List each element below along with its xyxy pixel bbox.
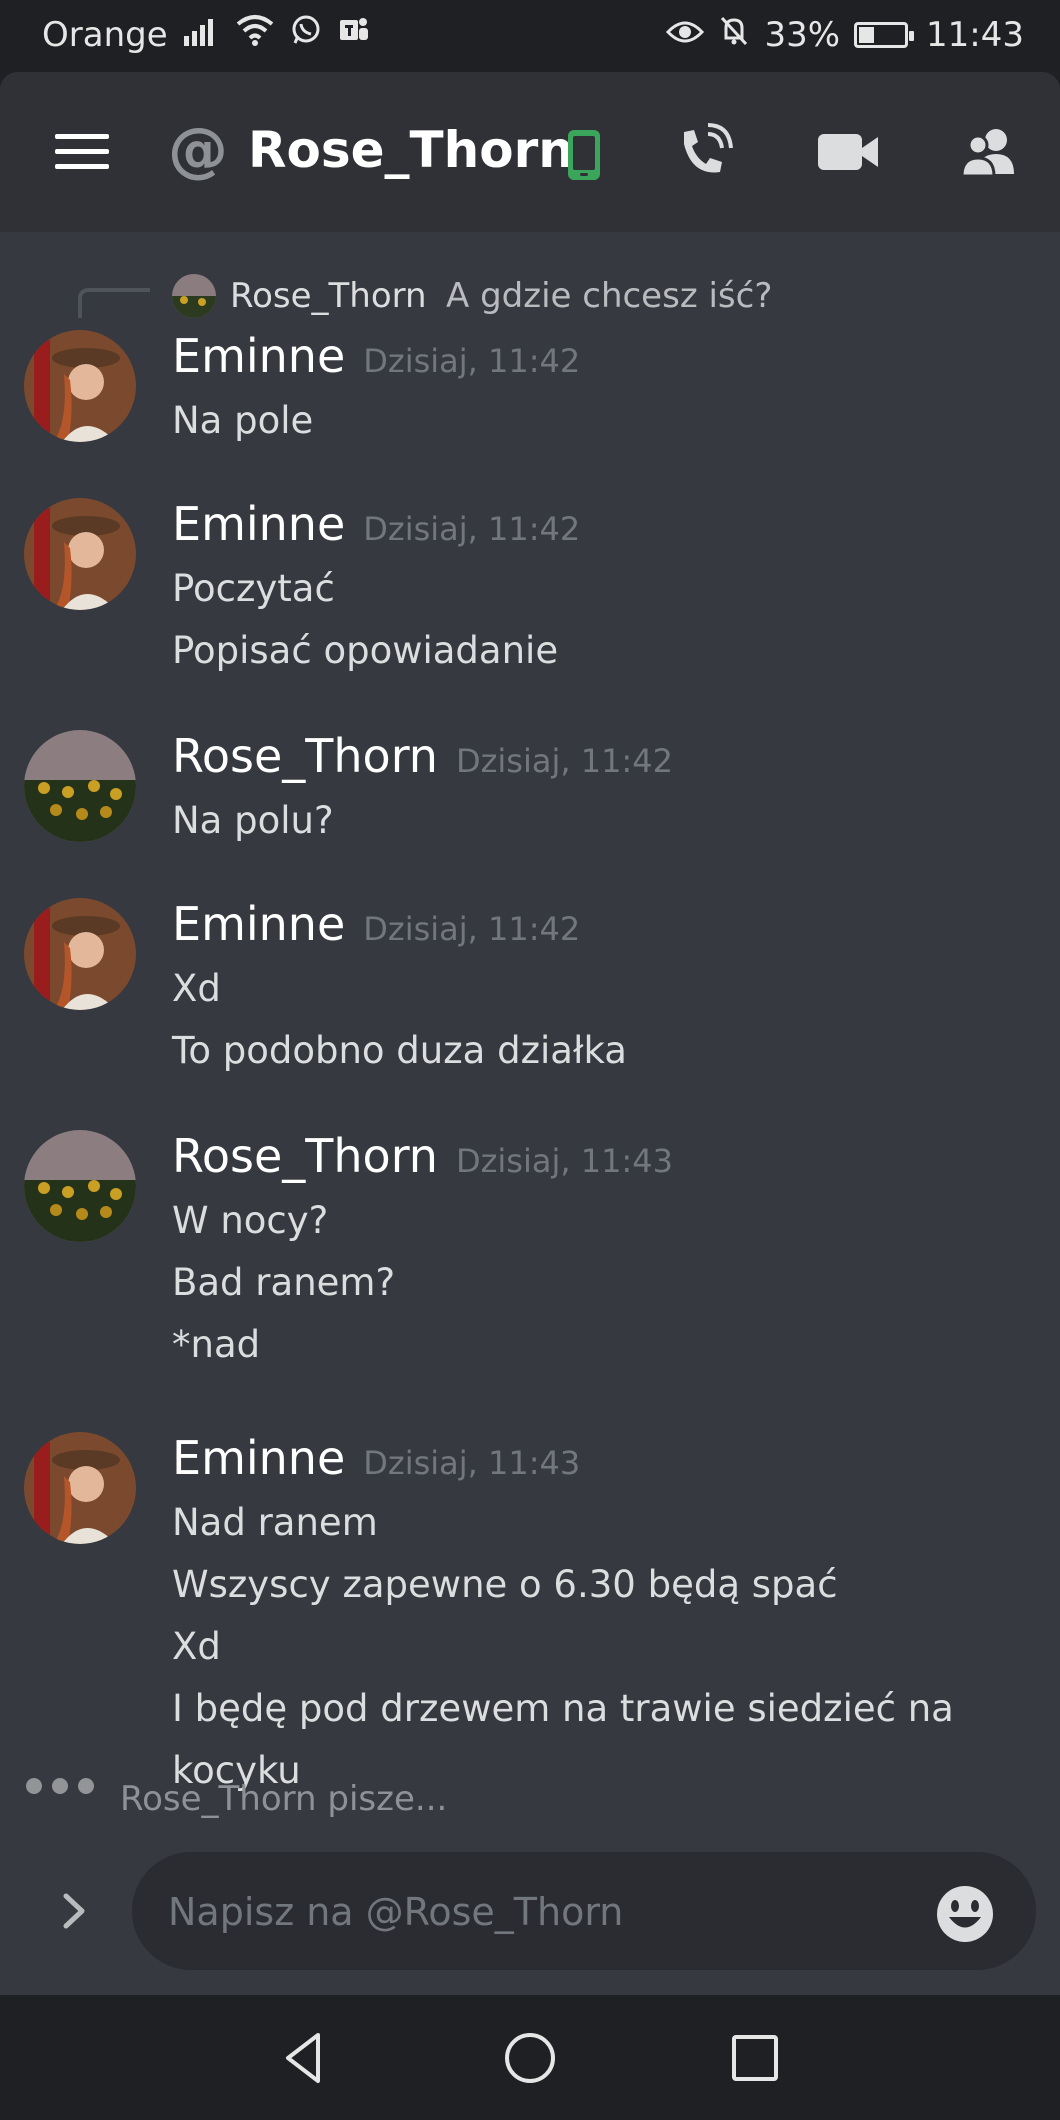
at-icon: @ xyxy=(168,115,228,185)
message-line: Xd xyxy=(172,1625,221,1668)
status-bar: Orange 33% 11:43 xyxy=(0,0,1060,72)
avatar[interactable] xyxy=(24,498,136,610)
avatar[interactable] xyxy=(24,898,136,1010)
message-list[interactable]: Rose_Thorn A gdzie chcesz iść? Eminne Dz… xyxy=(0,232,1060,1842)
message-author[interactable]: Eminne xyxy=(172,892,345,956)
message-content: Xd To podobno duza działka xyxy=(172,958,1012,1082)
message-input-placeholder: Napisz na @Rose_Thorn xyxy=(168,1890,624,1934)
message-line: To podobno duza działka xyxy=(172,1029,627,1072)
message-content: Na polu? xyxy=(172,790,1012,852)
message-line: Wszyscy zapewne o 6.30 będą spać xyxy=(172,1563,838,1606)
whatsapp-icon xyxy=(290,14,322,55)
message-author[interactable]: Rose_Thorn xyxy=(172,1124,438,1188)
carrier-name: Orange xyxy=(42,14,168,55)
message-line: Bad ranem? xyxy=(172,1261,396,1304)
battery-percent: 33% xyxy=(764,14,841,55)
battery-icon xyxy=(854,21,915,48)
message-timestamp: Dzisiaj, 11:43 xyxy=(455,1142,673,1180)
message-author[interactable]: Rose_Thorn xyxy=(172,724,438,788)
message-author[interactable]: Eminne xyxy=(172,324,345,388)
typing-indicator: Rose_Thorn pisze... xyxy=(120,1779,448,1819)
recents-icon[interactable] xyxy=(722,2025,788,2091)
message-timestamp: Dzisiaj, 11:42 xyxy=(455,742,673,780)
teams-icon xyxy=(338,14,370,55)
message-line: Xd xyxy=(172,967,221,1010)
back-icon[interactable] xyxy=(270,2025,336,2091)
wifi-icon xyxy=(236,14,274,55)
clock: 11:43 xyxy=(926,14,1024,55)
message-timestamp: Dzisiaj, 11:42 xyxy=(363,510,581,548)
message-author[interactable]: Eminne xyxy=(172,492,345,556)
message-timestamp: Dzisiaj, 11:42 xyxy=(363,342,581,380)
message-content: Nad ranem Wszyscy zapewne o 6.30 będą sp… xyxy=(172,1492,1012,1802)
members-icon[interactable] xyxy=(956,122,1024,182)
message-line: I będę pod drzewem na trawie siedzieć na xyxy=(172,1687,954,1730)
message-line: W nocy? xyxy=(172,1199,329,1242)
reply-avatar[interactable] xyxy=(172,274,216,318)
video-icon[interactable] xyxy=(816,122,884,182)
message-line: *nad xyxy=(172,1323,261,1366)
message-line: Nad ranem xyxy=(172,1501,378,1544)
message-line: Poczytać xyxy=(172,567,335,610)
avatar[interactable] xyxy=(24,330,136,442)
emoji-icon[interactable] xyxy=(935,1884,995,1944)
avatar[interactable] xyxy=(24,1432,136,1544)
signal-icon xyxy=(183,15,220,55)
typing-dots-icon xyxy=(26,1778,94,1794)
eye-icon xyxy=(666,15,705,55)
battery-fill xyxy=(859,26,875,43)
channel-header: @ Rose_Thorn xyxy=(0,72,1060,232)
chevron-right-icon[interactable] xyxy=(56,1886,92,1936)
reply-preview[interactable]: A gdzie chcesz iść? xyxy=(446,270,772,322)
message-timestamp: Dzisiaj, 11:42 xyxy=(363,910,581,948)
system-navbar xyxy=(0,1995,1060,2120)
message-content: Poczytać Popisać opowiadanie xyxy=(172,558,1012,682)
channel-title: Rose_Thorn xyxy=(248,121,574,179)
home-icon[interactable] xyxy=(497,2025,563,2091)
reply-author[interactable]: Rose_Thorn xyxy=(230,270,427,322)
menu-icon[interactable] xyxy=(55,134,109,170)
call-icon[interactable] xyxy=(672,122,740,182)
bell-off-icon xyxy=(718,14,750,55)
avatar[interactable] xyxy=(24,1130,136,1242)
message-content: W nocy? Bad ranem? *nad xyxy=(172,1190,1012,1376)
avatar[interactable] xyxy=(24,730,136,842)
message-author[interactable]: Eminne xyxy=(172,1426,345,1490)
message-content: Na pole xyxy=(172,390,1012,452)
message-line: Popisać opowiadanie xyxy=(172,629,559,672)
chat-screen: @ Rose_Thorn Rose_Thorn A gdzie chcesz i… xyxy=(0,72,1060,1995)
message-line: Na pole xyxy=(172,399,314,442)
message-line: Na polu? xyxy=(172,799,334,842)
message-timestamp: Dzisiaj, 11:43 xyxy=(363,1444,581,1482)
mobile-icon xyxy=(566,128,602,182)
reply-connector xyxy=(78,288,150,318)
